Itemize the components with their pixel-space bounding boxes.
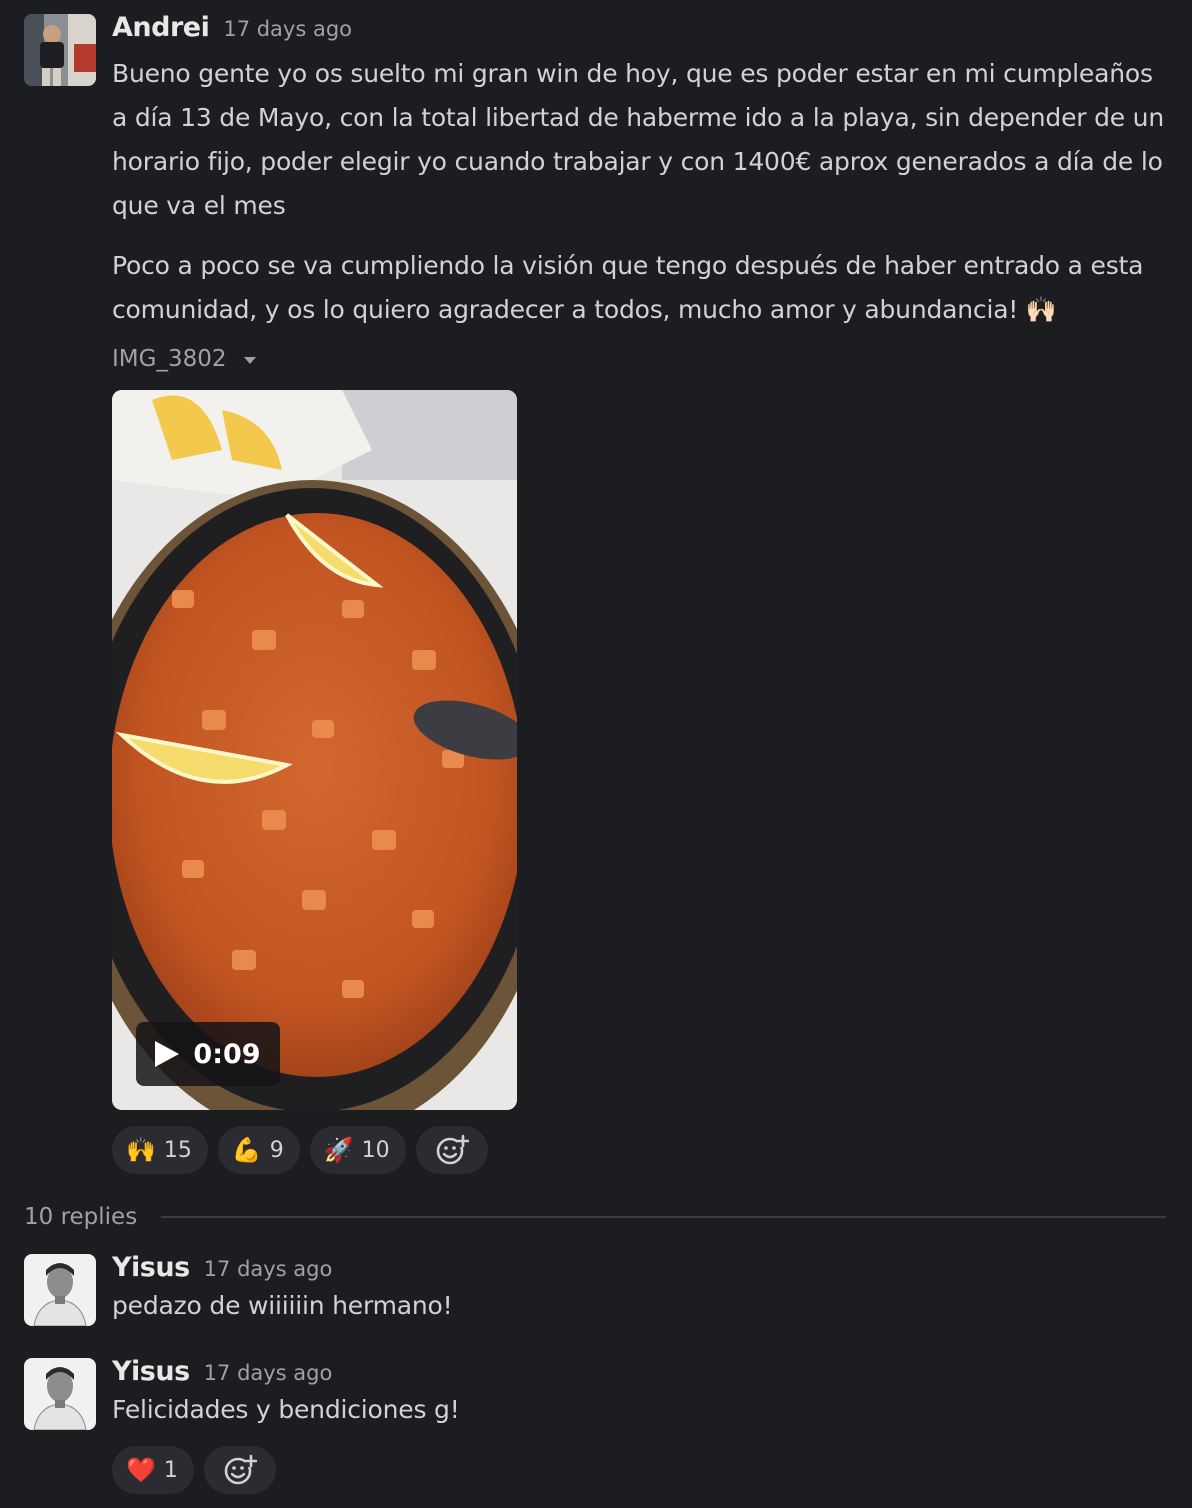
timestamp[interactable]: 17 days ago (223, 17, 352, 41)
play-button[interactable]: 0:09 (136, 1022, 280, 1086)
attachment-header[interactable]: IMG_3802 (112, 344, 257, 374)
message-paragraph: Poco a poco se va cumpliendo la visión q… (112, 251, 1144, 324)
message-andrei: Andrei 17 days ago Bueno gente yo os sue… (24, 12, 1168, 1182)
raised-hands-icon: 🙌 (126, 1136, 156, 1164)
message-paragraph: Bueno gente yo os suelto mi gran win de … (112, 59, 1164, 220)
divider (161, 1216, 1166, 1218)
video-thumbnail (112, 390, 517, 1110)
video-attachment[interactable]: 0:09 (112, 390, 517, 1110)
avatar-photo (24, 1358, 96, 1430)
message-body: Bueno gente yo os suelto mi gran win de … (112, 52, 1168, 332)
reaction-muscle[interactable]: 💪 9 (217, 1126, 300, 1174)
avatar-photo (24, 1254, 96, 1326)
author-name[interactable]: Andrei (112, 12, 210, 43)
add-reaction-button[interactable] (415, 1126, 488, 1174)
avatar[interactable] (24, 1254, 96, 1326)
avatar[interactable] (24, 1358, 96, 1430)
reactions-bar: 🙌 15 💪 9 🚀 10 (112, 1126, 488, 1174)
video-duration: 0:09 (193, 1038, 261, 1070)
chevron-down-icon[interactable] (244, 356, 257, 364)
reaction-heart[interactable]: ❤️ 1 (112, 1446, 194, 1494)
rocket-icon: 🚀 (323, 1136, 354, 1164)
heart-icon: ❤️ (126, 1456, 156, 1484)
timestamp[interactable]: 17 days ago (204, 1257, 333, 1281)
play-icon (155, 1041, 180, 1067)
reaction-count: 9 (269, 1137, 284, 1163)
reaction-count: 10 (361, 1137, 390, 1163)
add-emoji-icon (224, 1454, 257, 1485)
add-reaction-button[interactable] (203, 1446, 276, 1494)
author-name[interactable]: Yisus (112, 1356, 190, 1387)
reaction-raised-hands[interactable]: 🙌 15 (112, 1126, 208, 1174)
reply-message: Yisus 17 days ago Felicidades y bendicio… (24, 1356, 1168, 1502)
reaction-count: 15 (163, 1137, 192, 1163)
message-body: pedazo de wiiiiiin hermano! (112, 1291, 453, 1320)
attachment-filename[interactable]: IMG_3802 (112, 346, 226, 372)
message-body: Felicidades y bendiciones g! (112, 1395, 460, 1424)
reply-message: Yisus 17 days ago pedazo de wiiiiiin her… (24, 1252, 1168, 1332)
avatar-photo (24, 14, 96, 86)
thread-replies-divider: 10 replies (24, 1200, 1166, 1234)
add-emoji-icon (436, 1134, 469, 1165)
author-name[interactable]: Yisus (112, 1252, 190, 1283)
reaction-rocket[interactable]: 🚀 10 (309, 1126, 406, 1174)
reaction-count: 1 (163, 1457, 178, 1483)
reactions-bar: ❤️ 1 (112, 1446, 276, 1494)
avatar[interactable] (24, 14, 96, 86)
muscle-icon: 💪 (231, 1136, 262, 1164)
timestamp[interactable]: 17 days ago (204, 1361, 333, 1385)
replies-count[interactable]: 10 replies (24, 1204, 137, 1230)
